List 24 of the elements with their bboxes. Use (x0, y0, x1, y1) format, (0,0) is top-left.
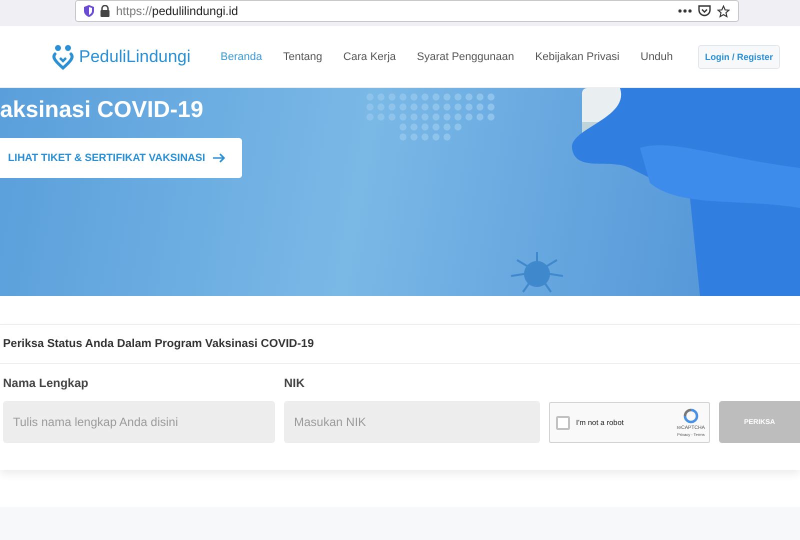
nav-link[interactable]: Kebijakan Privasi (535, 50, 620, 62)
logo-text: PeduliLindungi (79, 46, 191, 66)
shield-icon (84, 5, 94, 17)
hero-title: aksinasi COVID-19 (0, 96, 204, 123)
star-icon[interactable] (717, 4, 730, 18)
more-icon[interactable] (678, 9, 692, 13)
arrow-right-icon (213, 153, 226, 163)
field-label: NIK (284, 376, 306, 390)
url-text: https://pedulilindungi.id (116, 4, 240, 18)
nav-link[interactable]: Tentang (283, 50, 322, 62)
input-field[interactable]: Tulis nama lengkap Anda disini (3, 401, 275, 443)
nav-link[interactable]: Syarat Penggunaan (416, 50, 514, 62)
logo-icon (52, 44, 74, 70)
ticket-certificate-button[interactable]: LIHAT TIKET & SERTIFIKAT VAKSINASI (0, 138, 242, 178)
field-label: Nama Lengkap (3, 376, 90, 390)
lock-icon (100, 5, 110, 17)
card-title: Periksa Status Anda Dalam Program Vaksinasi COVID-19 (3, 338, 314, 350)
recaptcha-icon (682, 408, 699, 424)
captcha-checkbox[interactable] (556, 416, 570, 430)
pocket-icon[interactable] (698, 5, 711, 17)
nav-link[interactable]: Cara Kerja (343, 50, 396, 62)
nav-link[interactable]: Unduh (640, 50, 673, 62)
input-field[interactable]: Masukan NIK (284, 401, 540, 443)
address-bar[interactable]: https://pedulilindungi.id (75, 0, 739, 22)
